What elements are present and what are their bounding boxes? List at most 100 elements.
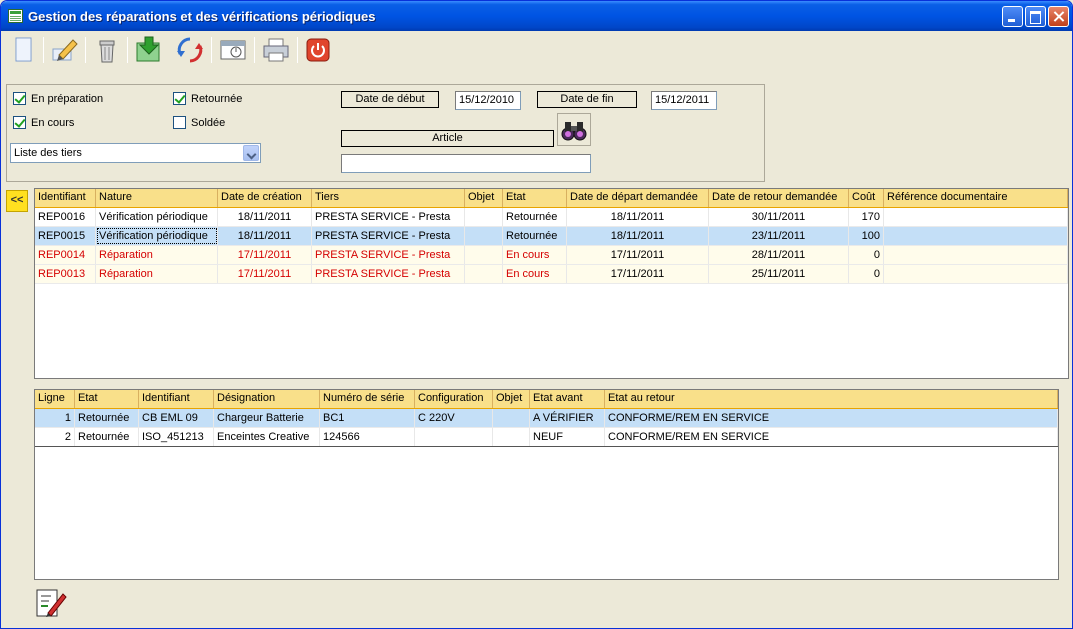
checkbox-box[interactable]: [13, 92, 26, 105]
col-header[interactable]: Etat: [75, 390, 139, 408]
col-header[interactable]: Date de retour demandée: [709, 189, 849, 207]
date-fin-button[interactable]: Date de fin: [537, 91, 637, 108]
col-header[interactable]: Etat au retour: [605, 390, 1058, 408]
checkbox-retournee[interactable]: Retournée: [173, 92, 242, 105]
col-header[interactable]: Date de création: [218, 189, 312, 207]
checkbox-en-cours[interactable]: En cours: [13, 116, 74, 129]
col-header[interactable]: Etat avant: [530, 390, 605, 408]
tiers-combo[interactable]: Liste des tiers: [10, 143, 261, 163]
cell-retour: 23/11/2011: [709, 227, 849, 245]
cell-created: 18/11/2011: [218, 208, 312, 226]
cell-ref: [884, 246, 1068, 264]
binoculars-search-icon[interactable]: [557, 113, 591, 146]
date-debut-field[interactable]: 15/12/2010: [455, 91, 521, 110]
date-debut-button[interactable]: Date de début: [341, 91, 439, 108]
edit-form-icon[interactable]: [34, 586, 69, 622]
cell-retour: 30/11/2011: [709, 208, 849, 226]
cell-id: REP0014: [35, 246, 96, 264]
cell-etat: En cours: [503, 246, 567, 264]
cell-designation: Chargeur Batterie: [214, 409, 320, 427]
article-button[interactable]: Article: [341, 130, 554, 147]
cell-nature: Réparation: [96, 246, 218, 264]
cell-ligne: 2: [35, 428, 75, 446]
cell-cout: 0: [849, 265, 884, 283]
col-header[interactable]: Référence documentaire: [884, 189, 1068, 207]
cell-nature: Vérification périodique: [96, 208, 218, 226]
exit-power-icon[interactable]: [303, 35, 333, 65]
title-bar[interactable]: Gestion des réparations et des vérificat…: [1, 1, 1072, 31]
col-header[interactable]: Nature: [96, 189, 218, 207]
cell-ref: [884, 227, 1068, 245]
cell-objet: [493, 428, 530, 446]
cell-depart: 18/11/2011: [567, 227, 709, 245]
repairs-grid-header: Identifiant Nature Date de création Tier…: [35, 189, 1068, 208]
delete-bin-icon[interactable]: [92, 35, 122, 65]
cell-avant: NEUF: [530, 428, 605, 446]
print-icon[interactable]: [261, 35, 291, 65]
checkbox-box[interactable]: [13, 116, 26, 129]
save-download-icon[interactable]: [134, 35, 164, 65]
repairs-grid: Identifiant Nature Date de création Tier…: [34, 188, 1069, 379]
cell-retour: 25/11/2011: [709, 265, 849, 283]
collapse-panel-button[interactable]: <<: [6, 190, 28, 212]
table-row[interactable]: 2 Retournée ISO_451213 Enceintes Creativ…: [35, 428, 1058, 447]
cell-config: [415, 428, 493, 446]
cell-objet: [493, 409, 530, 427]
col-header[interactable]: Etat: [503, 189, 567, 207]
checkbox-en-preparation[interactable]: En préparation: [13, 92, 103, 105]
cell-cout: 100: [849, 227, 884, 245]
cell-nature: Réparation: [96, 265, 218, 283]
col-header[interactable]: Coût: [849, 189, 884, 207]
minimize-button[interactable]: [1002, 6, 1023, 27]
col-header[interactable]: Identifiant: [35, 189, 96, 207]
new-document-icon[interactable]: [9, 35, 39, 65]
cell-id: REP0013: [35, 265, 96, 283]
edit-pencil-icon[interactable]: [49, 35, 79, 65]
date-fin-field[interactable]: 15/12/2011: [651, 91, 717, 110]
lines-grid-header: Ligne Etat Identifiant Désignation Numér…: [35, 390, 1058, 409]
maximize-button[interactable]: [1025, 6, 1046, 27]
col-header[interactable]: Tiers: [312, 189, 465, 207]
table-row-selected[interactable]: REP0015 Vérification périodique 18/11/20…: [35, 227, 1068, 246]
table-row[interactable]: REP0014 Réparation 17/11/2011 PRESTA SER…: [35, 246, 1068, 265]
col-header[interactable]: Identifiant: [139, 390, 214, 408]
checkbox-label: Soldée: [191, 116, 226, 129]
close-button[interactable]: [1048, 6, 1069, 27]
cell-ref: [884, 265, 1068, 283]
calendar-icon[interactable]: [218, 35, 248, 65]
cell-ligne: 1: [35, 409, 75, 427]
cell-tiers: PRESTA SERVICE - Presta: [312, 265, 465, 283]
chevron-down-icon[interactable]: [243, 145, 259, 161]
cell-created: 18/11/2011: [218, 227, 312, 245]
table-row[interactable]: REP0013 Réparation 17/11/2011 PRESTA SER…: [35, 265, 1068, 284]
cell-avant: A VÉRIFIER: [530, 409, 605, 427]
cell-ref: [884, 208, 1068, 226]
cell-depart: 17/11/2011: [567, 265, 709, 283]
checkbox-box[interactable]: [173, 116, 186, 129]
col-header[interactable]: Objet: [493, 390, 530, 408]
refresh-icon[interactable]: [175, 35, 205, 65]
cell-depart: 18/11/2011: [567, 208, 709, 226]
table-row[interactable]: REP0016 Vérification périodique 18/11/20…: [35, 208, 1068, 227]
col-header[interactable]: Ligne: [35, 390, 75, 408]
checkbox-box[interactable]: [173, 92, 186, 105]
app-icon: [8, 9, 23, 23]
cell-depart: 17/11/2011: [567, 246, 709, 264]
cell-etat: En cours: [503, 265, 567, 283]
cell-serie: 124566: [320, 428, 415, 446]
cell-designation: Enceintes Creative: [214, 428, 320, 446]
col-header[interactable]: Objet: [465, 189, 503, 207]
table-row-selected[interactable]: 1 Retournée CB EML 09 Chargeur Batterie …: [35, 409, 1058, 428]
cell-retour: CONFORME/REM EN SERVICE: [605, 428, 1058, 446]
cell-etat: Retournée: [503, 208, 567, 226]
col-header[interactable]: Numéro de série: [320, 390, 415, 408]
cell-created: 17/11/2011: [218, 246, 312, 264]
col-header[interactable]: Configuration: [415, 390, 493, 408]
col-header[interactable]: Désignation: [214, 390, 320, 408]
cell-cout: 0: [849, 246, 884, 264]
article-field[interactable]: [341, 154, 591, 173]
checkbox-soldee[interactable]: Soldée: [173, 116, 225, 129]
cell-id: ISO_451213: [139, 428, 214, 446]
cell-tiers: PRESTA SERVICE - Presta: [312, 227, 465, 245]
col-header[interactable]: Date de départ demandée: [567, 189, 709, 207]
